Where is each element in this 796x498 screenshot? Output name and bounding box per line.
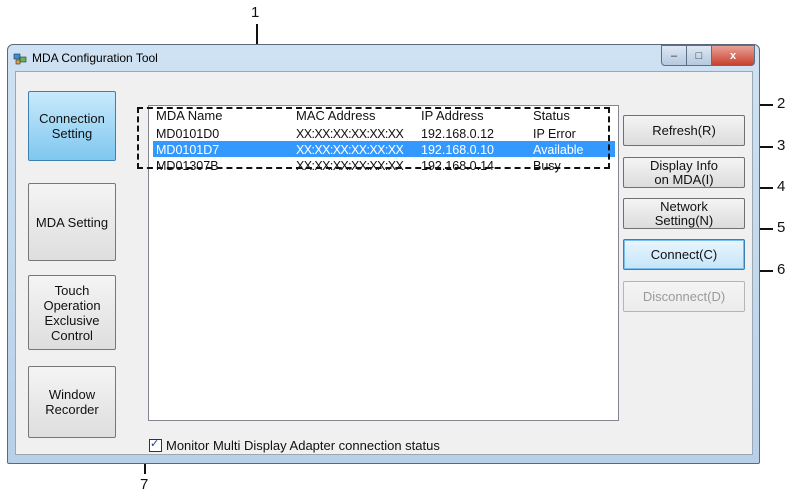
connection-setting-button[interactable]: Connection Setting bbox=[28, 91, 116, 161]
callout-7: 7 bbox=[140, 476, 149, 493]
close-button[interactable]: x bbox=[712, 45, 755, 66]
network-setting-button[interactable]: Network Setting(N) bbox=[623, 198, 745, 229]
display-info-button[interactable]: Display Info on MDA(I) bbox=[623, 157, 745, 188]
title-bar[interactable]: MDA Configuration Tool – □ x bbox=[8, 45, 759, 71]
window-title: MDA Configuration Tool bbox=[32, 51, 158, 65]
close-icon: x bbox=[729, 49, 737, 62]
callout-1: 1 bbox=[251, 4, 260, 21]
callout-1-highlight-box bbox=[137, 107, 610, 169]
minimize-icon: – bbox=[670, 49, 678, 62]
callout-4: 4 bbox=[777, 178, 786, 195]
maximize-icon: □ bbox=[695, 49, 703, 62]
callout-2: 2 bbox=[777, 95, 786, 112]
window-recorder-button[interactable]: Window Recorder bbox=[28, 366, 116, 438]
disconnect-button[interactable]: Disconnect(D) bbox=[623, 281, 745, 312]
touch-operation-button[interactable]: Touch Operation Exclusive Control bbox=[28, 275, 116, 350]
callout-3: 3 bbox=[777, 137, 786, 154]
callout-5: 5 bbox=[777, 219, 786, 236]
callout-6: 6 bbox=[777, 261, 786, 278]
monitor-status-option[interactable]: ✓ Monitor Multi Display Adapter connecti… bbox=[149, 438, 440, 453]
maximize-button[interactable]: □ bbox=[687, 45, 712, 66]
app-icon bbox=[13, 53, 27, 65]
connect-button[interactable]: Connect(C) bbox=[623, 239, 745, 270]
minimize-button[interactable]: – bbox=[661, 45, 687, 66]
mda-setting-button[interactable]: MDA Setting bbox=[28, 183, 116, 261]
check-icon: ✓ bbox=[150, 438, 160, 450]
refresh-button[interactable]: Refresh(R) bbox=[623, 115, 745, 146]
monitor-status-label: Monitor Multi Display Adapter connection… bbox=[166, 438, 440, 453]
monitor-status-checkbox[interactable]: ✓ bbox=[149, 438, 162, 452]
